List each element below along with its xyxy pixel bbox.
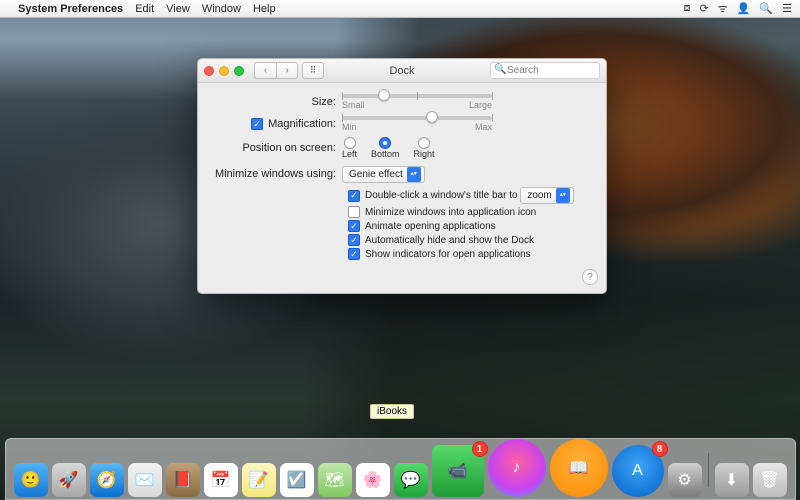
opt1-label: Animate opening applications bbox=[365, 221, 496, 232]
doubleclick-action-select[interactable]: zoom ▴▾ bbox=[520, 187, 573, 204]
preferences-window: ‹ › ⠿ Dock 🔍 Size: Small Large bbox=[197, 58, 607, 294]
position-bottom-radio[interactable]: Bottom bbox=[371, 137, 400, 159]
sync-icon[interactable]: ⟳ bbox=[699, 2, 708, 15]
wifi-icon[interactable]: ᯤ bbox=[718, 1, 728, 16]
opt3-label: Show indicators for open applications bbox=[365, 249, 531, 260]
autohide-dock-checkbox[interactable]: ✓ bbox=[348, 234, 360, 246]
nav-back-forward: ‹ › bbox=[254, 62, 298, 79]
dock-appstore[interactable]: A8 bbox=[612, 445, 664, 497]
dock: 🙂🚀🧭✉️📕📅📝☑️🗺🌸💬📹1♪📖A8⚙ ⬇🗑 bbox=[0, 438, 800, 500]
magnification-checkbox[interactable]: ✓ bbox=[251, 118, 263, 130]
animate-opening-checkbox[interactable]: ✓ bbox=[348, 220, 360, 232]
doubleclick-checkbox[interactable]: ✓ bbox=[348, 190, 360, 202]
search-input[interactable] bbox=[490, 62, 600, 79]
position-right-radio[interactable]: Right bbox=[414, 137, 435, 159]
magnification-label: Magnification: bbox=[268, 118, 336, 130]
dock-divider bbox=[708, 453, 709, 487]
magnification-slider[interactable] bbox=[342, 116, 492, 120]
search-icon: 🔍 bbox=[494, 64, 506, 75]
chevron-updown-icon: ▴▾ bbox=[556, 188, 570, 203]
dock-downloads[interactable]: ⬇ bbox=[715, 463, 749, 497]
opt2-label: Automatically hide and show the Dock bbox=[365, 235, 534, 246]
dock-reminders[interactable]: ☑️ bbox=[280, 463, 314, 497]
spotlight-icon[interactable]: 🔍 bbox=[759, 2, 773, 15]
dock-notes[interactable]: 📝 bbox=[242, 463, 276, 497]
dock-contacts[interactable]: 📕 bbox=[166, 463, 200, 497]
minimize-using-label: Minimize windows using: bbox=[212, 168, 342, 180]
position-left-radio[interactable]: Left bbox=[342, 137, 357, 159]
chevron-updown-icon: ▴▾ bbox=[407, 167, 421, 182]
size-min-label: Small bbox=[342, 100, 365, 110]
dock-facetime-badge: 1 bbox=[472, 441, 488, 457]
minimize-into-icon-checkbox[interactable] bbox=[348, 206, 360, 218]
dock-mail[interactable]: ✉️ bbox=[128, 463, 162, 497]
opt0-label: Minimize windows into application icon bbox=[365, 207, 536, 218]
menubar: System Preferences Edit View Window Help… bbox=[0, 0, 800, 18]
dock-itunes[interactable]: ♪ bbox=[488, 439, 546, 497]
menu-help[interactable]: Help bbox=[253, 3, 276, 15]
dock-maps[interactable]: 🗺 bbox=[318, 463, 352, 497]
mag-min-label: Min bbox=[342, 122, 357, 132]
dock-appstore-badge: 8 bbox=[652, 441, 668, 457]
show-all-button[interactable]: ⠿ bbox=[302, 62, 324, 79]
close-button[interactable] bbox=[204, 66, 214, 76]
dock-photos[interactable]: 🌸 bbox=[356, 463, 390, 497]
dock-ibooks[interactable]: 📖 bbox=[550, 439, 608, 497]
dock-calendar[interactable]: 📅 bbox=[204, 463, 238, 497]
size-label: Size: bbox=[212, 96, 342, 108]
dock-safari[interactable]: 🧭 bbox=[90, 463, 124, 497]
forward-button[interactable]: › bbox=[276, 62, 298, 79]
show-indicators-checkbox[interactable]: ✓ bbox=[348, 248, 360, 260]
position-label: Position on screen: bbox=[212, 142, 342, 154]
zoom-button[interactable] bbox=[234, 66, 244, 76]
doubleclick-label: Double-click a window's title bar to bbox=[365, 190, 518, 201]
dock-tooltip: iBooks bbox=[370, 404, 414, 419]
minimize-effect-select[interactable]: Genie effect ▴▾ bbox=[342, 166, 425, 183]
traffic-lights bbox=[204, 66, 244, 76]
dock-preferences[interactable]: ⚙ bbox=[668, 463, 702, 497]
dock-finder[interactable]: 🙂 bbox=[14, 463, 48, 497]
user-icon[interactable]: 👤 bbox=[737, 2, 751, 15]
size-slider[interactable] bbox=[342, 94, 492, 98]
dock-trash[interactable]: 🗑 bbox=[753, 463, 787, 497]
dock-messages[interactable]: 💬 bbox=[394, 463, 428, 497]
notification-center-icon[interactable]: ☰ bbox=[782, 2, 792, 15]
size-max-label: Large bbox=[469, 100, 492, 110]
menu-edit[interactable]: Edit bbox=[135, 3, 154, 15]
dock-facetime[interactable]: 📹1 bbox=[432, 445, 484, 497]
dropbox-icon[interactable]: ⧈ bbox=[683, 2, 690, 15]
help-button[interactable]: ? bbox=[582, 269, 598, 285]
menu-window[interactable]: Window bbox=[202, 3, 241, 15]
minimize-button[interactable] bbox=[219, 66, 229, 76]
back-button[interactable]: ‹ bbox=[254, 62, 276, 79]
mag-max-label: Max bbox=[475, 122, 492, 132]
window-titlebar[interactable]: ‹ › ⠿ Dock 🔍 bbox=[198, 59, 606, 83]
dock-launchpad[interactable]: 🚀 bbox=[52, 463, 86, 497]
menu-view[interactable]: View bbox=[166, 3, 190, 15]
menubar-app-name[interactable]: System Preferences bbox=[18, 3, 123, 15]
